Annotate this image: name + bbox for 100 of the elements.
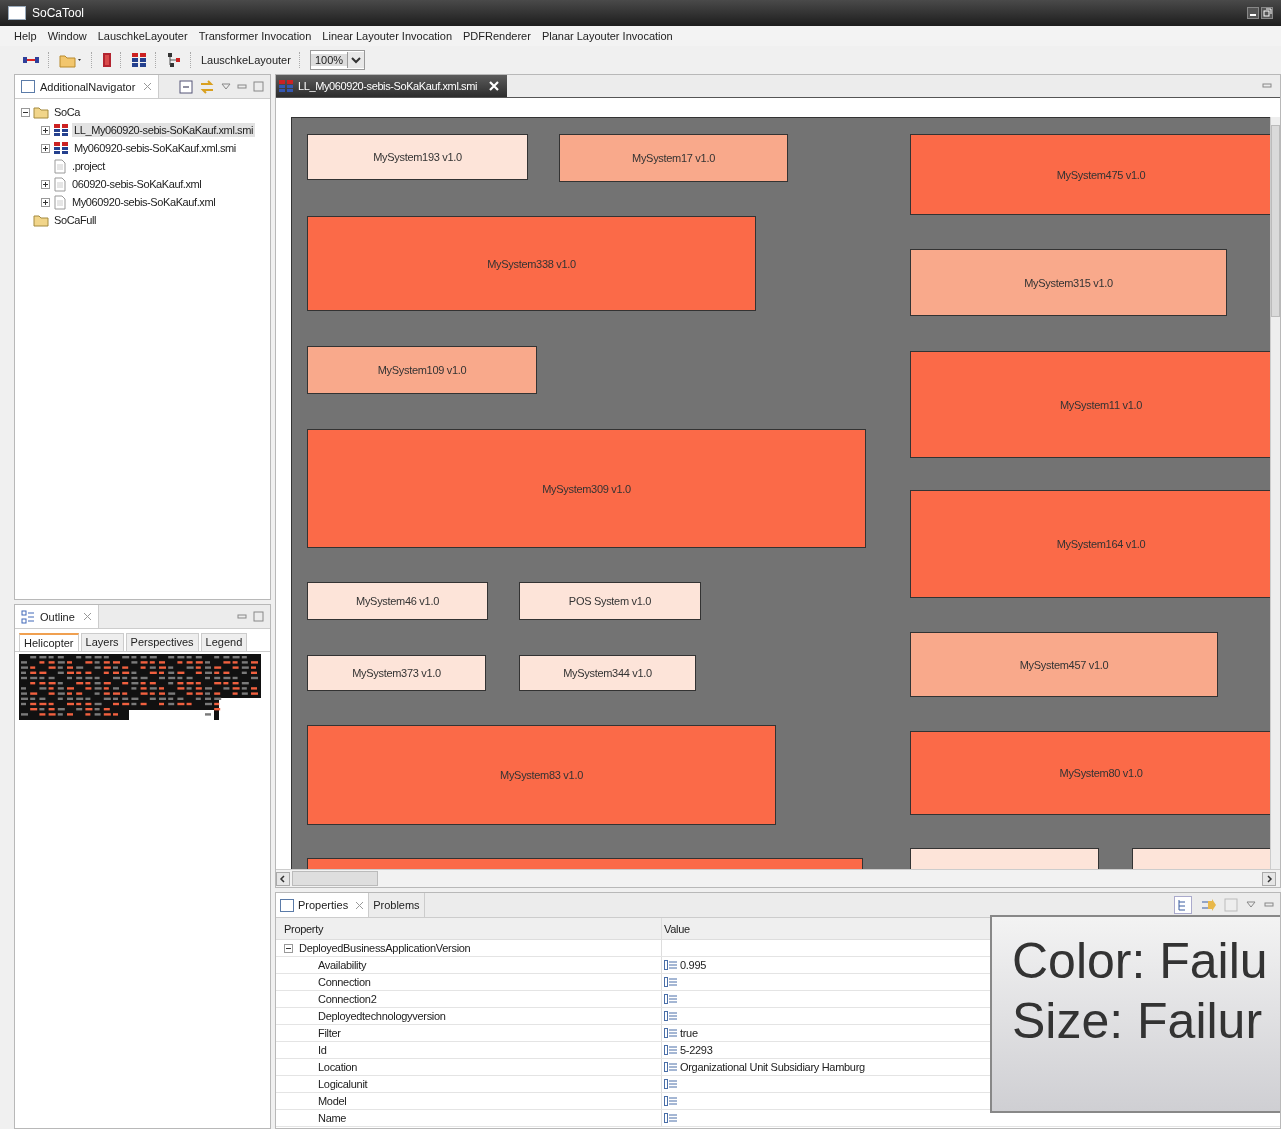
- tree-item[interactable]: SoCaFull: [52, 213, 99, 227]
- system-node[interactable]: MySystem83 v1.0: [307, 725, 776, 825]
- window-icon: [8, 6, 26, 20]
- grid-icon: [278, 79, 294, 93]
- properties-tab[interactable]: Problems: [369, 893, 425, 917]
- restore-icon[interactable]: [1261, 7, 1273, 19]
- property-value-icon: [664, 1096, 678, 1106]
- tree-item[interactable]: My060920-sebis-SoKaKauf.xml.smi: [72, 141, 238, 155]
- scroll-right-icon[interactable]: [1262, 871, 1276, 886]
- window-title: SoCaTool: [32, 6, 85, 20]
- menu-item[interactable]: LauschkeLayouter: [97, 30, 188, 42]
- property-name: Deployedtechnologyversion: [318, 1010, 446, 1022]
- outline-icon: [21, 609, 35, 624]
- view-menu-icon[interactable]: [1246, 900, 1256, 910]
- view-menu-icon[interactable]: [221, 81, 231, 92]
- system-node[interactable]: MySystem11 v1.0: [910, 351, 1270, 458]
- expand-icon[interactable]: [41, 197, 50, 207]
- collapse-all-icon[interactable]: [179, 79, 193, 94]
- scroll-left-icon[interactable]: [276, 871, 290, 886]
- system-node[interactable]: MySystem164 v1.0: [910, 490, 1270, 598]
- outline-view-tab[interactable]: Helicopter: [19, 633, 79, 651]
- system-label: MySystem338 v1.0: [487, 257, 576, 270]
- collapse-icon[interactable]: [284, 943, 293, 953]
- hierarchy-icon[interactable]: [166, 52, 182, 68]
- system-node[interactable]: MySystem309 v1.0: [307, 429, 866, 548]
- editor-tab[interactable]: LL_My060920-sebis-SoKaKauf.xml.smi: [276, 75, 507, 97]
- system-node[interactable]: MySystem475 v1.0: [910, 134, 1270, 215]
- property-name: Availability: [318, 959, 367, 971]
- system-label: MySystem457 v1.0: [1019, 658, 1109, 671]
- property-value-icon: [664, 977, 678, 987]
- tree-item[interactable]: SoCa: [52, 105, 82, 119]
- system-label: MySystem17 v1.0: [632, 152, 715, 164]
- scrollbar-thumb[interactable]: [1271, 125, 1280, 317]
- system-label: MySystem164 v1.0: [1056, 538, 1146, 550]
- zoom-dropdown[interactable]: 100%: [309, 50, 366, 70]
- expand-icon[interactable]: [41, 143, 50, 153]
- property-value-icon: [664, 1062, 678, 1072]
- menu-item[interactable]: Transformer Invocation: [198, 30, 312, 42]
- system-node[interactable]: MySystem193 v1.0: [307, 134, 528, 180]
- system-label: MySystem309 v1.0: [542, 482, 631, 495]
- system-node[interactable]: POS System v1.0: [519, 582, 701, 620]
- column-header[interactable]: Property: [276, 918, 662, 939]
- layouter-label: LauschkeLayouter: [201, 54, 291, 66]
- system-node[interactable]: MySystem17 v1.0: [559, 134, 788, 182]
- menu-item[interactable]: PDFRenderer: [463, 30, 531, 42]
- property-name: Logicalunit: [318, 1078, 368, 1090]
- system-label: MySystem83 v1.0: [500, 769, 583, 781]
- property-name: Id: [318, 1044, 327, 1056]
- file-icon: [53, 194, 67, 210]
- system-node[interactable]: MySystem315 v1.0: [910, 249, 1227, 316]
- system-label: MySystem193 v1.0: [373, 151, 462, 163]
- grid-icon[interactable]: [131, 52, 147, 68]
- property-group[interactable]: DeployedBusinessApplicationVersion: [299, 942, 471, 954]
- scrollbar-thumb[interactable]: [292, 871, 378, 886]
- tree-item[interactable]: My060920-sebis-SoKaKauf.xml: [70, 195, 218, 209]
- tree-item[interactable]: 060920-sebis-SoKaKauf.xml: [70, 177, 204, 191]
- system-node[interactable]: MySystem109 v1.0: [307, 346, 537, 394]
- property-name: Connection: [318, 976, 371, 988]
- tree-item[interactable]: .project: [70, 159, 107, 173]
- folder-icon: [33, 105, 49, 119]
- expand-icon[interactable]: [41, 125, 50, 135]
- system-node[interactable]: MySystem457 v1.0: [910, 632, 1218, 697]
- property-value: true: [680, 1027, 698, 1039]
- system-label: POS System v1.0: [568, 595, 652, 607]
- outline-view-tab[interactable]: Perspectives: [125, 633, 199, 651]
- system-node[interactable]: MySystem80 v1.0: [910, 731, 1270, 815]
- system-node[interactable]: MySystem46 v1.0: [307, 582, 488, 620]
- property-name: Filter: [318, 1027, 341, 1039]
- properties-tab[interactable]: Properties: [276, 893, 370, 917]
- navigator-tab[interactable]: AdditionalNavigator: [15, 75, 160, 98]
- outline-view-tab[interactable]: Layers: [80, 633, 124, 651]
- expand-icon[interactable]: [41, 179, 50, 189]
- system-node[interactable]: MySystem373 v1.0: [307, 655, 486, 691]
- property-value: Organizational Unit Subsidiary Hamburg: [680, 1061, 865, 1073]
- menu-item[interactable]: Planar Layouter Invocation: [541, 30, 673, 42]
- system-label: MySystem46 v1.0: [356, 595, 439, 607]
- outline-view-tab[interactable]: Legend: [200, 633, 248, 651]
- system-label: MySystem315 v1.0: [1024, 276, 1113, 289]
- property-value-icon: [664, 1011, 678, 1021]
- system-label: MySystem109 v1.0: [377, 364, 467, 376]
- link-arrows-icon[interactable]: [22, 54, 40, 66]
- property-name: Connection2: [318, 993, 377, 1005]
- menu-item[interactable]: Help: [14, 30, 37, 42]
- minimize-icon[interactable]: [1247, 7, 1259, 19]
- menu-item[interactable]: Linear Layouter Invocation: [322, 30, 452, 42]
- block-icon[interactable]: [102, 52, 112, 68]
- property-value: 5-2293: [680, 1044, 713, 1056]
- outline-tab[interactable]: Outline: [15, 605, 99, 628]
- property-value-icon: [664, 1113, 678, 1123]
- system-node[interactable]: MySystem344 v1.0: [519, 655, 696, 691]
- collapse-icon[interactable]: [21, 107, 30, 117]
- system-label: MySystem11 v1.0: [1059, 398, 1143, 411]
- folder-icon: [33, 213, 49, 227]
- system-node[interactable]: [910, 848, 1099, 869]
- system-node[interactable]: MySystem338 v1.0: [307, 216, 756, 311]
- menu-item[interactable]: Window: [47, 30, 87, 42]
- tooltip-line: Color: Failu: [1012, 932, 1269, 991]
- property-name: Location: [318, 1061, 358, 1073]
- tree-item[interactable]: LL_My060920-sebis-SoKaKauf.xml.smi: [72, 123, 255, 137]
- property-value: 0.995: [680, 959, 707, 971]
